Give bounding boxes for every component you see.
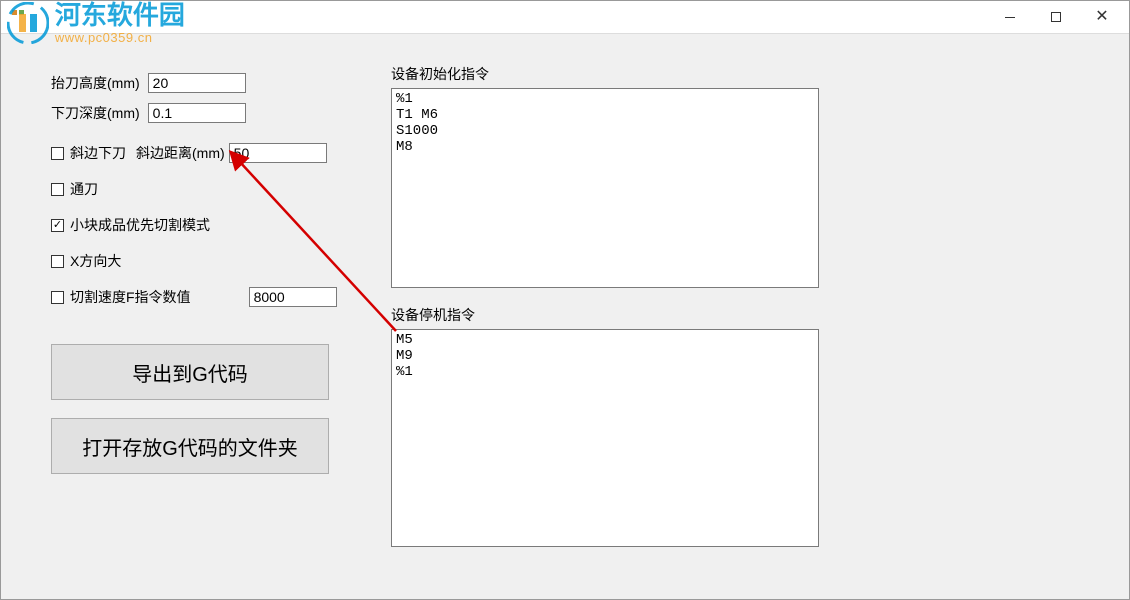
maximize-icon bbox=[1051, 12, 1061, 22]
checkbox-icon bbox=[51, 291, 64, 304]
through-cut-checkbox[interactable]: 通刀 bbox=[51, 179, 98, 199]
stop-cmds-textarea[interactable] bbox=[391, 329, 819, 547]
titlebar: ✕ bbox=[1, 1, 1129, 33]
x-direction-label: X方向大 bbox=[70, 251, 121, 271]
client-area: 抬刀高度(mm) 下刀深度(mm) 斜边下刀 斜边距离(mm) 通刀 bbox=[1, 33, 1129, 599]
minimize-icon bbox=[1005, 17, 1015, 18]
bevel-cut-label: 斜边下刀 bbox=[70, 143, 126, 163]
init-cmds-label: 设备初始化指令 bbox=[391, 64, 821, 84]
lift-height-label: 抬刀高度(mm) bbox=[51, 73, 140, 93]
app-window: 河东软件园 www.pc0359.cn ✕ 抬刀高度(mm) 下刀深度(mm) bbox=[0, 0, 1130, 600]
speed-cmd-input[interactable] bbox=[249, 287, 337, 307]
maximize-button[interactable] bbox=[1033, 2, 1079, 32]
checkbox-checked-icon bbox=[51, 219, 64, 232]
speed-cmd-label: 切割速度F指令数值 bbox=[70, 287, 191, 307]
bevel-cut-checkbox[interactable]: 斜边下刀 bbox=[51, 143, 126, 163]
bevel-dist-label: 斜边距离(mm) bbox=[136, 143, 225, 163]
small-piece-priority-checkbox[interactable]: 小块成品优先切割模式 bbox=[51, 215, 210, 235]
action-buttons: 导出到G代码 打开存放G代码的文件夹 bbox=[51, 344, 329, 492]
close-icon: ✕ bbox=[1095, 9, 1108, 25]
bevel-dist-input[interactable] bbox=[229, 143, 327, 163]
open-gcode-folder-button[interactable]: 打开存放G代码的文件夹 bbox=[51, 418, 329, 474]
checkbox-icon bbox=[51, 147, 64, 160]
commands-panel: 设备初始化指令 设备停机指令 bbox=[391, 64, 821, 550]
small-piece-priority-label: 小块成品优先切割模式 bbox=[70, 215, 210, 235]
close-button[interactable]: ✕ bbox=[1079, 2, 1125, 32]
checkbox-icon bbox=[51, 255, 64, 268]
export-gcode-button[interactable]: 导出到G代码 bbox=[51, 344, 329, 400]
stop-cmds-label: 设备停机指令 bbox=[391, 305, 821, 325]
cut-depth-input[interactable] bbox=[148, 103, 246, 123]
settings-panel: 抬刀高度(mm) 下刀深度(mm) 斜边下刀 斜边距离(mm) 通刀 bbox=[51, 64, 351, 316]
minimize-button[interactable] bbox=[987, 2, 1033, 32]
app-icon bbox=[11, 9, 27, 25]
init-cmds-textarea[interactable] bbox=[391, 88, 819, 288]
x-direction-checkbox[interactable]: X方向大 bbox=[51, 251, 121, 271]
speed-cmd-checkbox[interactable]: 切割速度F指令数值 bbox=[51, 287, 191, 307]
through-cut-label: 通刀 bbox=[70, 179, 98, 199]
checkbox-icon bbox=[51, 183, 64, 196]
cut-depth-label: 下刀深度(mm) bbox=[51, 103, 140, 123]
lift-height-input[interactable] bbox=[148, 73, 246, 93]
